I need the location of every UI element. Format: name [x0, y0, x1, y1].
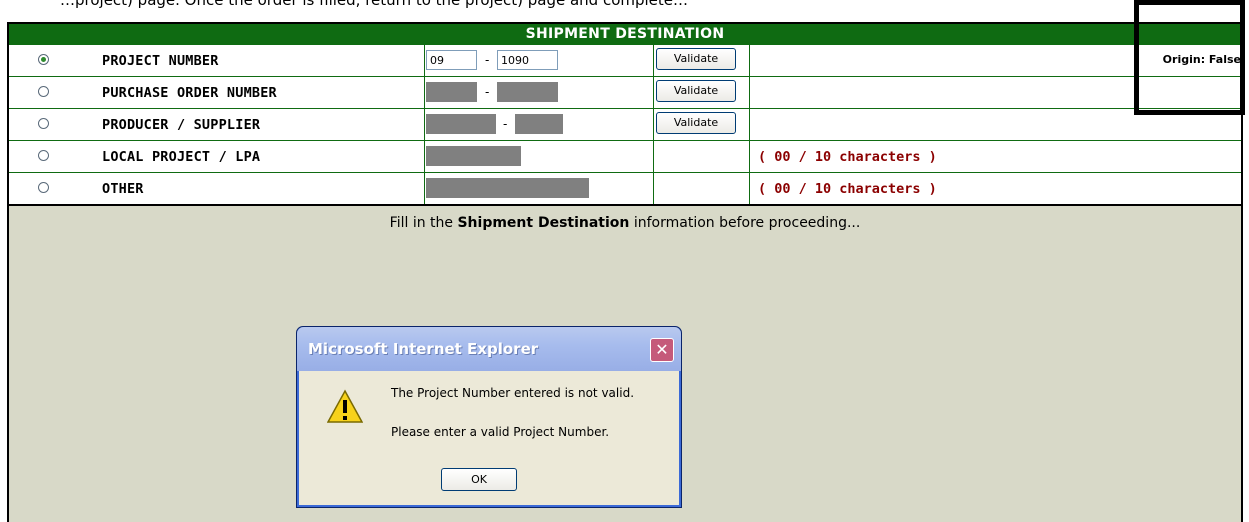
instruction-after: information before proceeding... — [629, 215, 861, 231]
table-header: SHIPMENT DESTINATION — [9, 24, 1241, 45]
column-divider — [653, 77, 654, 108]
alert-dialog: Microsoft Internet Explorer ✕ The Projec… — [296, 326, 682, 508]
dialog-message-1: The Project Number entered is not valid. — [391, 386, 635, 400]
radio-project-number[interactable] — [38, 54, 49, 65]
dash-separator: - — [485, 85, 490, 99]
local-project-char-count: ( 00 / 10 characters ) — [758, 149, 937, 165]
producer-input-a[interactable] — [426, 114, 496, 134]
label-project-number: PROJECT NUMBER — [102, 53, 219, 69]
project-number-input-b[interactable]: 1090 — [497, 50, 558, 70]
highlight-box — [1134, 0, 1245, 115]
dash-separator: - — [485, 53, 490, 67]
column-divider — [749, 109, 750, 140]
dash-separator: - — [503, 117, 508, 131]
column-divider — [424, 77, 425, 108]
row-local-project: LOCAL PROJECT / LPA ( 00 / 10 characters… — [9, 140, 1241, 172]
column-divider — [653, 109, 654, 140]
column-divider — [424, 141, 425, 172]
other-char-count: ( 00 / 10 characters ) — [758, 181, 937, 197]
purchase-order-input-b[interactable] — [497, 82, 558, 102]
ok-button[interactable]: OK — [441, 468, 517, 491]
validate-producer-button[interactable]: Validate — [656, 112, 736, 134]
column-divider — [749, 173, 750, 204]
dialog-message-2: Please enter a valid Project Number. — [391, 425, 610, 439]
row-purchase-order: PURCHASE ORDER NUMBER - Validate — [9, 76, 1241, 108]
column-divider — [424, 173, 425, 204]
column-divider — [749, 77, 750, 108]
dialog-titlebar[interactable]: Microsoft Internet Explorer ✕ — [297, 327, 681, 371]
label-local-project: LOCAL PROJECT / LPA — [102, 149, 261, 165]
validate-project-button[interactable]: Validate — [656, 48, 736, 70]
radio-other[interactable] — [38, 182, 49, 193]
column-divider — [424, 45, 425, 76]
row-project-number: PROJECT NUMBER 09 - 1090 Validate Origin… — [9, 45, 1241, 76]
close-icon[interactable]: ✕ — [650, 338, 674, 362]
shipment-destination-table: SHIPMENT DESTINATION PROJECT NUMBER 09 -… — [9, 24, 1241, 206]
radio-purchase-order[interactable] — [38, 86, 49, 97]
radio-local-project[interactable] — [38, 150, 49, 161]
producer-input-b[interactable] — [515, 114, 563, 134]
instruction-bold: Shipment Destination — [457, 215, 630, 231]
instruction-text: Fill in the Shipment Destination informa… — [9, 215, 1241, 231]
column-divider — [749, 141, 750, 172]
row-producer-supplier: PRODUCER / SUPPLIER - Validate — [9, 108, 1241, 140]
other-input[interactable] — [426, 178, 589, 198]
validate-purchase-order-button[interactable]: Validate — [656, 80, 736, 102]
project-number-input-a[interactable]: 09 — [426, 50, 477, 70]
row-other: OTHER ( 00 / 10 characters ) — [9, 172, 1241, 204]
dialog-title: Microsoft Internet Explorer — [308, 340, 539, 358]
column-divider — [653, 141, 654, 172]
radio-producer-supplier[interactable] — [38, 118, 49, 129]
local-project-input[interactable] — [426, 146, 521, 166]
top-cutoff-text: …project) page. Once the order is filled… — [60, 0, 689, 9]
column-divider — [653, 45, 654, 76]
label-purchase-order: PURCHASE ORDER NUMBER — [102, 85, 277, 101]
column-divider — [424, 109, 425, 140]
warning-icon — [327, 389, 363, 423]
label-producer-supplier: PRODUCER / SUPPLIER — [102, 117, 261, 133]
column-divider — [653, 173, 654, 204]
instruction-before: Fill in the — [389, 215, 458, 231]
column-divider — [749, 45, 750, 76]
purchase-order-input-a[interactable] — [426, 82, 477, 102]
label-other: OTHER — [102, 181, 144, 197]
